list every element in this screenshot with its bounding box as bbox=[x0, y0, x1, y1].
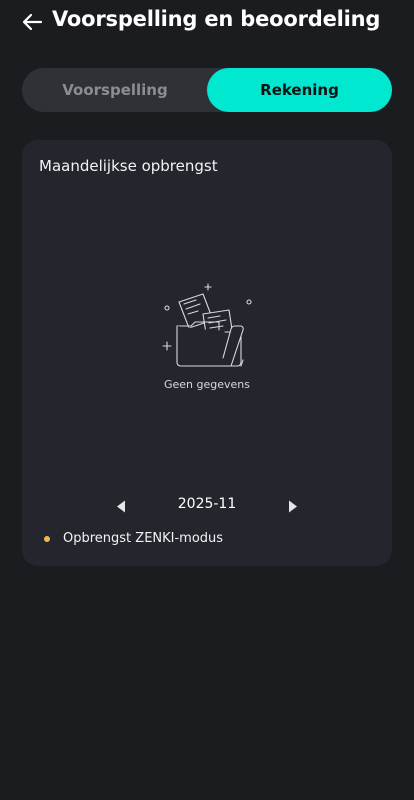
back-button[interactable] bbox=[16, 6, 48, 38]
legend-label: Opbrengst ZENKI-modus bbox=[63, 531, 224, 546]
arrow-left-icon bbox=[22, 13, 43, 31]
empty-state-text: Geen gegevens bbox=[163, 378, 250, 391]
month-label: 2025-11 bbox=[177, 496, 237, 512]
monthly-revenue-card: Maandelijkse opbrengst Geen gegevens 202… bbox=[22, 140, 392, 566]
next-month-button[interactable] bbox=[284, 496, 302, 516]
triangle-right-icon bbox=[289, 500, 297, 512]
page-title: Voorspelling en beoordeling bbox=[52, 7, 381, 31]
tab-voorspelling[interactable]: Voorspelling bbox=[22, 68, 208, 112]
empty-folder-icon bbox=[162, 283, 252, 367]
previous-month-button[interactable] bbox=[112, 496, 130, 516]
legend-dot bbox=[44, 535, 50, 542]
app-header: Voorspelling en beoordeling bbox=[0, 0, 414, 46]
legend-item: Opbrengst ZENKI-modus bbox=[44, 531, 223, 546]
segmented-control: Voorspelling Rekening bbox=[22, 68, 392, 112]
tab-rekening[interactable]: Rekening bbox=[207, 68, 392, 112]
triangle-left-icon bbox=[117, 500, 125, 512]
card-title: Maandelijkse opbrengst bbox=[39, 157, 218, 175]
